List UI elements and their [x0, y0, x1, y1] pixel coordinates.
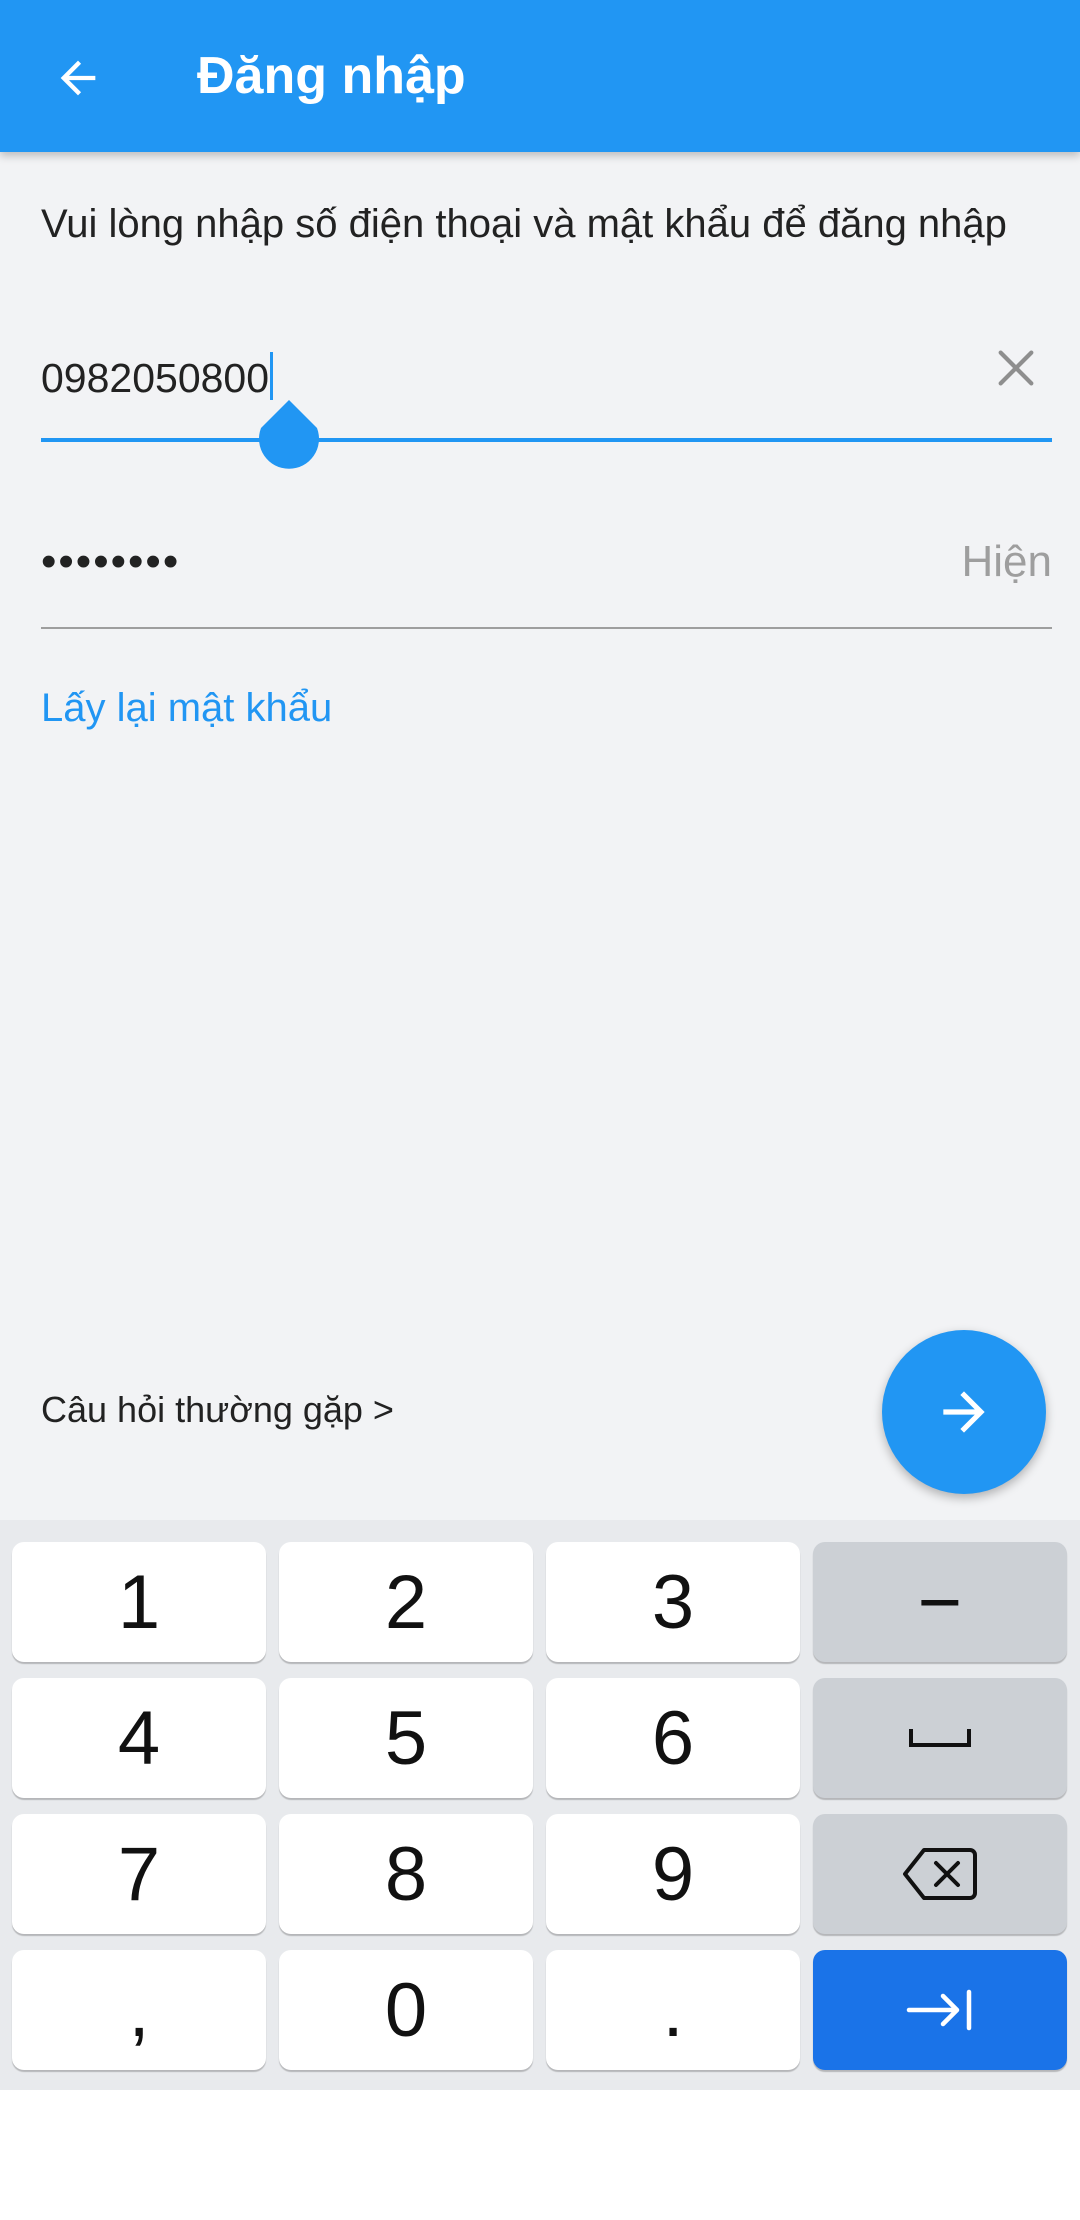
close-icon — [998, 350, 1034, 386]
phone-number-input[interactable]: 0982050800 — [41, 352, 274, 404]
key-4[interactable]: 4 — [12, 1678, 266, 1798]
back-button[interactable] — [40, 40, 116, 116]
numeric-keyboard: 1 2 3 − 4 5 6 7 8 9 , 0 . — [0, 1520, 1080, 2090]
page-title: Đăng nhập — [197, 47, 466, 105]
system-bottom-area — [0, 2090, 1080, 2220]
key-next[interactable] — [813, 1950, 1067, 2070]
app-bar: Đăng nhập — [0, 0, 1080, 152]
key-0[interactable]: 0 — [279, 1950, 533, 2070]
show-password-toggle[interactable]: Hiện — [962, 534, 1053, 590]
arrow-right-icon — [943, 1391, 985, 1433]
key-comma[interactable]: , — [12, 1950, 266, 2070]
key-space[interactable] — [813, 1678, 1067, 1798]
key-2[interactable]: 2 — [279, 1542, 533, 1662]
phone-field-underline — [41, 438, 1052, 442]
key-backspace[interactable] — [813, 1814, 1067, 1934]
key-minus[interactable]: − — [813, 1542, 1067, 1662]
key-period[interactable]: . — [546, 1950, 800, 2070]
forgot-password-link[interactable]: Lấy lại mật khẩu — [41, 682, 332, 734]
password-field-underline — [41, 627, 1052, 629]
key-1[interactable]: 1 — [12, 1542, 266, 1662]
login-instruction: Vui lòng nhập số điện thoại và mật khẩu … — [41, 202, 1007, 246]
space-icon — [909, 1729, 971, 1747]
key-5[interactable]: 5 — [279, 1678, 533, 1798]
key-6[interactable]: 6 — [546, 1678, 800, 1798]
backspace-icon — [903, 1848, 977, 1900]
key-9[interactable]: 9 — [546, 1814, 800, 1934]
key-3[interactable]: 3 — [546, 1542, 800, 1662]
faq-link[interactable]: Câu hỏi thường gặp > — [41, 1386, 394, 1434]
arrow-left-icon — [60, 60, 96, 96]
clear-phone-button[interactable] — [986, 338, 1046, 398]
submit-login-button[interactable] — [882, 1330, 1046, 1494]
text-cursor — [270, 352, 274, 400]
password-input[interactable]: •••••••• — [41, 536, 180, 588]
key-8[interactable]: 8 — [279, 1814, 533, 1934]
phone-number-value: 0982050800 — [41, 355, 270, 401]
login-screen: Đăng nhập Vui lòng nhập số điện thoại và… — [0, 0, 1080, 1520]
password-field[interactable]: •••••••• Hiện — [41, 510, 1052, 630]
phone-number-field[interactable]: 0982050800 — [41, 330, 1052, 469]
key-7[interactable]: 7 — [12, 1814, 266, 1934]
next-tab-icon — [906, 1989, 972, 2031]
cursor-drag-handle[interactable] — [257, 400, 321, 490]
